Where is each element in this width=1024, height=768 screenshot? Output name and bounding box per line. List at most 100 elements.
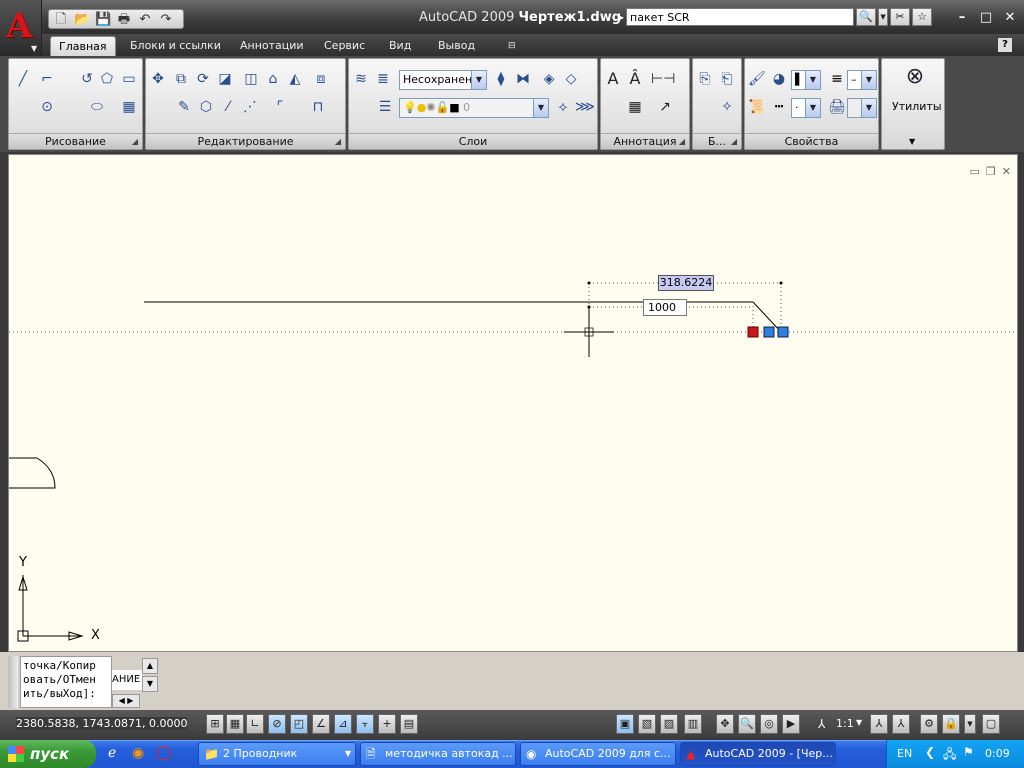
help-icon[interactable]: ? <box>998 38 1012 52</box>
multiline-text-icon[interactable]: Â <box>625 69 645 89</box>
steering-wheel-icon[interactable]: ◎ <box>760 714 778 734</box>
linetype-combo[interactable]: · ▼ <box>791 98 821 118</box>
grip-red[interactable] <box>747 326 759 338</box>
clock[interactable]: 0:09 <box>985 747 1010 760</box>
leader-icon[interactable]: ↗ <box>655 97 675 117</box>
grid-icon[interactable]: ▦ <box>226 714 244 734</box>
edit-block-icon[interactable]: ✧ <box>717 97 737 117</box>
panel-properties-label[interactable]: Свойства <box>745 133 878 149</box>
annotation-scale-icon[interactable]: ⅄ <box>818 717 825 731</box>
command-window-grip[interactable] <box>8 656 18 708</box>
undo-icon[interactable]: ↶ <box>137 12 153 27</box>
grip-blue[interactable] <box>763 326 775 338</box>
communication-center-icon[interactable]: ✂ <box>890 8 911 26</box>
maximize-icon[interactable]: □ <box>976 10 996 26</box>
taskbar-item-explorer[interactable]: 📁 2 Проводник ▼ <box>198 742 356 766</box>
lineweight-combo[interactable]: – ▼ <box>847 70 877 90</box>
chevron-left-icon[interactable]: ❮ <box>925 745 935 759</box>
firefox-icon[interactable]: ◉ <box>132 745 144 761</box>
close-icon[interactable]: ✕ <box>1000 10 1020 26</box>
explode-icon[interactable]: ⬡ <box>196 97 216 117</box>
osnap-icon[interactable]: ◰ <box>290 714 308 734</box>
chevron-down-icon[interactable]: ▼ <box>856 718 862 727</box>
redo-icon[interactable]: ↷ <box>158 12 174 27</box>
plot-style-icon[interactable]: 🖨 <box>827 97 847 117</box>
erase-icon[interactable]: ✎ <box>174 97 194 117</box>
new-file-icon[interactable]: 🗋 <box>53 12 69 27</box>
scroll-down-icon[interactable]: ▼ <box>142 676 158 692</box>
annotation-visibility-icon[interactable]: ⅄ <box>870 714 888 734</box>
insert-block-icon[interactable]: ⎘ <box>695 69 715 89</box>
model-space-icon[interactable]: ▣ <box>616 714 634 734</box>
circle-icon[interactable]: ⊙ <box>37 97 57 117</box>
linetype-icon[interactable]: ┅ <box>769 97 789 117</box>
dyn-icon[interactable]: ⫟ <box>356 714 374 734</box>
layer-states-icon[interactable]: ≣ <box>373 69 393 89</box>
polygon-icon[interactable]: ⬠ <box>97 69 117 89</box>
offset-icon[interactable]: ◫ <box>241 69 261 89</box>
layer-merge-icon[interactable]: ⋙ <box>575 97 595 117</box>
polar-icon[interactable]: ⊘ <box>268 714 286 734</box>
move-icon[interactable]: ✥ <box>148 69 168 89</box>
line-icon[interactable]: ╱ <box>13 69 33 89</box>
layer-isolate-icon[interactable]: ◈ <box>539 69 559 89</box>
print-icon[interactable]: 🖶 <box>116 12 132 27</box>
join-icon[interactable]: ⊓ <box>308 97 328 117</box>
auto-scale-icon[interactable]: ⅄ <box>892 714 910 734</box>
taskbar-item-word[interactable]: 🗎 методичка автокад ... <box>360 742 516 766</box>
favorites-icon[interactable]: ☆ <box>912 8 933 26</box>
create-block-icon[interactable]: ⎗ <box>717 69 737 89</box>
ortho-icon[interactable]: ∟ <box>246 714 264 734</box>
lwt-icon[interactable]: + <box>378 714 396 734</box>
snap-icon[interactable]: ⊞ <box>206 714 224 734</box>
extend-icon[interactable]: ⋰ <box>240 97 260 117</box>
tab-output[interactable]: Вывод <box>430 36 483 56</box>
scroll-up-icon[interactable]: ▲ <box>142 658 158 674</box>
network-icon[interactable]: 🖧 <box>943 745 956 766</box>
opera-icon[interactable]: ◯ <box>156 745 172 761</box>
polyline-icon[interactable]: ⌐ <box>37 69 57 89</box>
panel-annotation-label[interactable]: Аннотация ◢ <box>601 133 689 149</box>
scale-icon[interactable]: ◪ <box>215 69 235 89</box>
fillet-icon[interactable]: ⌜ <box>270 97 290 117</box>
start-button[interactable]: пуск <box>0 740 96 768</box>
coordinates-readout[interactable]: 2380.5838, 1743.0871, 0.0000 <box>16 717 188 730</box>
panel-utilities[interactable]: ⊗ Утилиты ▼ <box>881 58 945 150</box>
match-properties-icon[interactable]: 🖌 <box>747 69 767 89</box>
search-input[interactable] <box>626 8 855 26</box>
array-icon[interactable]: ⧈ <box>311 69 331 89</box>
taskbar-item-autocad[interactable]: ▲ AutoCAD 2009 - [Чер... <box>680 742 836 766</box>
layer-properties-icon[interactable]: ≋ <box>351 69 371 89</box>
search-icon[interactable]: 🔍 <box>856 8 877 26</box>
tab-blocks[interactable]: Блоки и ссылки <box>122 36 229 56</box>
current-layer-combo[interactable]: 💡●✺🔓■ 0 ▼ <box>399 98 549 118</box>
list-icon[interactable]: 📜 <box>747 97 767 117</box>
ducs-icon[interactable]: ⊿ <box>334 714 352 734</box>
scroll-horizontal-icon[interactable]: ◀ ▶ <box>112 694 140 708</box>
application-menu-button[interactable]: A ▼ <box>0 0 42 56</box>
tab-tools[interactable]: Сервис <box>316 36 373 56</box>
panel-draw-label[interactable]: Рисование ◢ <box>9 133 142 149</box>
hatch-icon[interactable]: ▦ <box>119 97 139 117</box>
arc-icon[interactable]: ↺ <box>77 69 97 89</box>
open-folder-icon[interactable]: 📂 <box>74 12 90 27</box>
layer-walk-icon[interactable]: ⟡ <box>553 97 573 117</box>
rotate-icon[interactable]: ⟳ <box>193 69 213 89</box>
dimension-icon[interactable]: ⊢⊣ <box>651 69 675 89</box>
annotation-scale[interactable]: 1:1 <box>836 717 854 730</box>
layer-stack-icon[interactable]: ☰ <box>375 97 395 117</box>
tray-app-icon[interactable]: ⚑ <box>963 745 974 759</box>
zoom-icon[interactable]: 🔍 <box>738 714 756 734</box>
mirror-icon[interactable]: ◭ <box>285 69 305 89</box>
drawing-canvas[interactable]: ▭ ❐ ✕ Y X 318.6224 1000 <box>8 154 1018 652</box>
layer-state-combo[interactable]: Несохранен ▼ <box>399 70 487 90</box>
layer-previous-icon[interactable]: ⧓ <box>513 69 533 89</box>
grip-blue[interactable] <box>777 326 789 338</box>
otrack-icon[interactable]: ∠ <box>312 714 330 734</box>
ellipse-icon[interactable]: ⬭ <box>87 97 107 117</box>
panel-modify-label[interactable]: Редактирование ◢ <box>146 133 345 149</box>
tab-view[interactable]: Вид <box>381 36 419 56</box>
panel-blocks-label[interactable]: Б... ◢ <box>693 133 741 149</box>
lineweight-icon[interactable]: ≡ <box>827 69 847 89</box>
tab-annotate[interactable]: Аннотации <box>232 36 312 56</box>
